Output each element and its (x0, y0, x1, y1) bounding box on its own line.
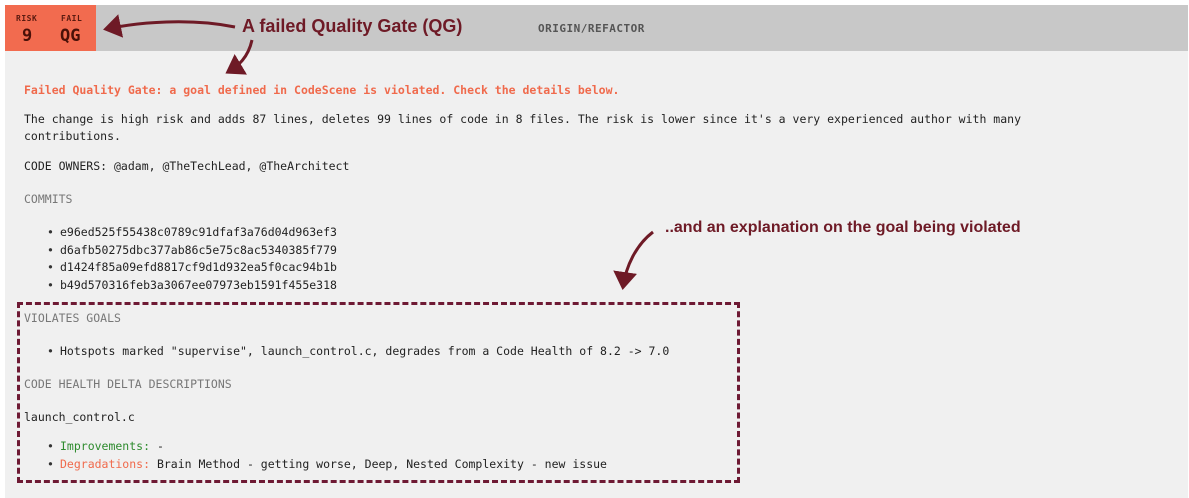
arrow-to-warning (225, 39, 254, 75)
arrow-to-goals-box (613, 230, 654, 290)
commits-heading: COMMITS (24, 192, 73, 206)
delta-heading: CODE HEALTH DELTA DESCRIPTIONS (24, 377, 232, 391)
commit-list: e96ed525f55438c0789c91dfaf3a76d04d963ef3… (44, 225, 337, 295)
degradations-value: Brain Method - getting worse, Deep, Nest… (150, 456, 607, 471)
quality-gate-warning: Failed Quality Gate: a goal defined in C… (24, 83, 620, 97)
arrow-to-badge (103, 14, 236, 38)
improvements-item: Improvements: - (44, 439, 607, 457)
summary-line-2: contributions. (24, 129, 121, 143)
violation-list: Hotspots marked "supervise", launch_cont… (44, 344, 669, 362)
summary-line-1: The change is high risk and adds 87 line… (24, 112, 1021, 126)
degradations-label: Degradations: (60, 456, 151, 471)
code-owners: CODE OWNERS: @adam, @TheTechLead, @TheAr… (24, 159, 350, 173)
violates-goals-heading: VIOLATES GOALS (24, 311, 121, 325)
commit-hash[interactable]: b49d570316feb3a3067ee07973eb1591f455e318 (44, 278, 337, 296)
delta-list: Improvements: - Degradations: Brain Meth… (44, 439, 607, 474)
commit-hash[interactable]: e96ed525f55438c0789c91dfaf3a76d04d963ef3 (44, 225, 337, 243)
improvements-value: - (150, 439, 164, 453)
degradations-item: Degradations: Brain Method - getting wor… (44, 457, 607, 475)
violation-item: Hotspots marked "supervise", launch_cont… (44, 344, 669, 362)
improvements-label: Improvements: (60, 439, 151, 453)
file-name: launch_control.c (24, 410, 135, 424)
commit-hash[interactable]: d6afb50275dbc377ab86c5e75c8ac5340385f779 (44, 243, 337, 261)
commit-hash[interactable]: d1424f85a09efd8817cf9d1d932ea5f0cac94b1b (44, 260, 337, 278)
